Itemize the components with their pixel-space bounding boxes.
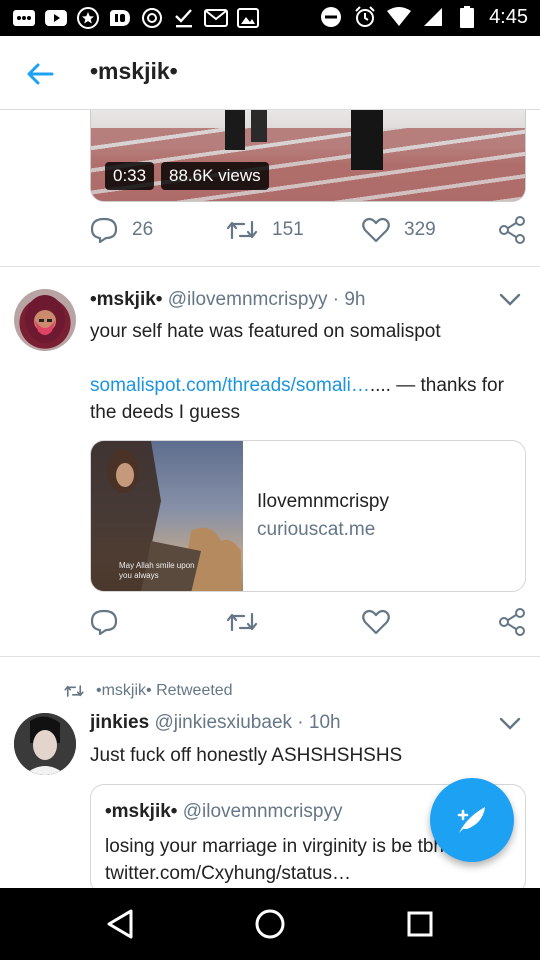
app-bar: •mskjik• bbox=[0, 36, 540, 110]
video-figure-2 bbox=[251, 110, 267, 142]
avatar[interactable] bbox=[14, 289, 76, 351]
retweet-icon bbox=[226, 220, 258, 240]
page-title: •mskjik• bbox=[90, 58, 178, 84]
tweet-actions: 26 151 329 bbox=[90, 210, 526, 250]
notification-icons bbox=[12, 6, 260, 30]
video-figure-3 bbox=[351, 110, 383, 170]
back-button[interactable] bbox=[20, 54, 60, 94]
sync-icon bbox=[140, 6, 164, 30]
handle[interactable]: @ilovemnmcrispyy bbox=[168, 289, 328, 310]
heart-icon bbox=[362, 609, 390, 635]
share-icon bbox=[499, 608, 525, 636]
like-count: 329 bbox=[404, 219, 436, 240]
retweet-button[interactable]: 151 bbox=[226, 210, 304, 250]
reply-button[interactable]: 26 bbox=[90, 210, 153, 250]
nav-recents-button[interactable] bbox=[402, 906, 438, 942]
share-button[interactable] bbox=[498, 210, 526, 250]
share-button[interactable] bbox=[498, 602, 526, 642]
chevron-down-icon bbox=[499, 717, 521, 730]
handle[interactable]: @jinkiesxiubaek bbox=[154, 712, 292, 733]
nav-back-button[interactable] bbox=[102, 906, 138, 942]
dnd-icon bbox=[319, 5, 343, 29]
retweet-indicator: •mskjik• Retweeted bbox=[64, 682, 233, 700]
quoted-tweet-header: •mskjik• @ilovemnmcrispyy bbox=[105, 801, 342, 823]
heart-icon bbox=[362, 217, 390, 243]
display-name[interactable]: jinkies bbox=[90, 712, 149, 733]
avatar-image bbox=[25, 295, 65, 343]
system-icons: 4:45 bbox=[319, 5, 528, 29]
video-views: 88.6K views bbox=[161, 162, 269, 190]
timestamp: · 10h bbox=[297, 712, 341, 733]
retweet-icon bbox=[64, 685, 84, 697]
divider bbox=[0, 266, 540, 267]
reply-button[interactable] bbox=[90, 602, 118, 642]
video-preview[interactable]: 0:33 88.6K views bbox=[90, 110, 526, 202]
quoted-handle: @ilovemnmcrispyy bbox=[182, 801, 343, 822]
square-recents-icon bbox=[407, 911, 433, 937]
tweet-header: •mskjik• @ilovemnmcrispyy · 9h bbox=[90, 289, 365, 311]
tweet-header: jinkies @jinkiesxiubaek · 10h bbox=[90, 712, 341, 734]
link-card[interactable]: May Allah smile upon you always Ilovemnm… bbox=[90, 440, 526, 592]
quoted-display-name: •mskjik• bbox=[105, 801, 178, 822]
like-button[interactable] bbox=[362, 602, 390, 642]
feather-compose-icon bbox=[457, 807, 485, 833]
tweet-menu-button[interactable] bbox=[496, 286, 524, 314]
pushbullet-icon bbox=[108, 6, 132, 30]
divider bbox=[0, 656, 540, 657]
chevron-down-icon bbox=[499, 293, 521, 306]
tweet-actions bbox=[90, 602, 526, 642]
gallery-icon bbox=[236, 6, 260, 30]
tweet-text-line: your self hate was featured on somalispo… bbox=[90, 321, 441, 342]
link-card-domain: curiouscat.me bbox=[257, 519, 376, 540]
tweet-text: your self hate was featured on somalispo… bbox=[90, 318, 520, 345]
signal-icon bbox=[421, 5, 445, 29]
reply-icon bbox=[90, 217, 118, 244]
gmail-icon bbox=[204, 6, 228, 30]
star-icon bbox=[76, 6, 100, 30]
compose-tweet-button[interactable] bbox=[430, 778, 514, 862]
nav-home-button[interactable] bbox=[252, 906, 288, 942]
youtube-icon bbox=[44, 6, 68, 30]
like-button[interactable]: 329 bbox=[362, 210, 436, 250]
reply-icon bbox=[90, 609, 118, 636]
download-icon bbox=[172, 6, 196, 30]
wifi-icon bbox=[387, 5, 412, 29]
triangle-back-icon bbox=[107, 909, 133, 939]
retweet-label[interactable]: •mskjik• Retweeted bbox=[96, 682, 233, 700]
system-nav-bar bbox=[0, 888, 540, 960]
timestamp: · 9h bbox=[332, 289, 366, 310]
tweet-text: Just fuck off honestly ASHSHSHSHS bbox=[90, 745, 403, 766]
avatar[interactable] bbox=[14, 713, 76, 775]
reply-count: 26 bbox=[132, 219, 154, 240]
share-icon bbox=[499, 216, 525, 244]
display-name[interactable]: •mskjik• bbox=[90, 289, 162, 310]
avatar-image bbox=[14, 713, 76, 775]
video-figure-1 bbox=[225, 110, 245, 150]
link-card-title: Ilovemnmcrispy bbox=[257, 491, 389, 512]
clock: 4:45 bbox=[489, 5, 528, 28]
tweet-link[interactable]: somalispot.com/threads/somali… bbox=[90, 375, 370, 396]
circle-home-icon bbox=[255, 909, 285, 939]
alarm-icon bbox=[353, 5, 377, 29]
status-bar: 4:45 bbox=[0, 0, 540, 36]
screen: 4:45 •mskjik• 0:33 88.6K views 26 151 32… bbox=[0, 0, 540, 960]
tweet-menu-button[interactable] bbox=[496, 710, 524, 738]
thumbnail-caption: May Allah smile upon you always bbox=[119, 561, 195, 580]
retweet-count: 151 bbox=[272, 219, 304, 240]
retweet-button[interactable] bbox=[226, 602, 258, 642]
link-card-thumbnail: May Allah smile upon you always bbox=[91, 441, 243, 591]
battery-icon bbox=[455, 5, 479, 29]
arrow-left-icon bbox=[27, 63, 54, 85]
retweet-icon bbox=[226, 612, 258, 632]
video-frame bbox=[91, 128, 525, 201]
messages-icon bbox=[12, 6, 36, 30]
tweet-text-link-line: somalispot.com/threads/somali….... — tha… bbox=[90, 372, 520, 426]
video-duration: 0:33 bbox=[105, 162, 155, 190]
